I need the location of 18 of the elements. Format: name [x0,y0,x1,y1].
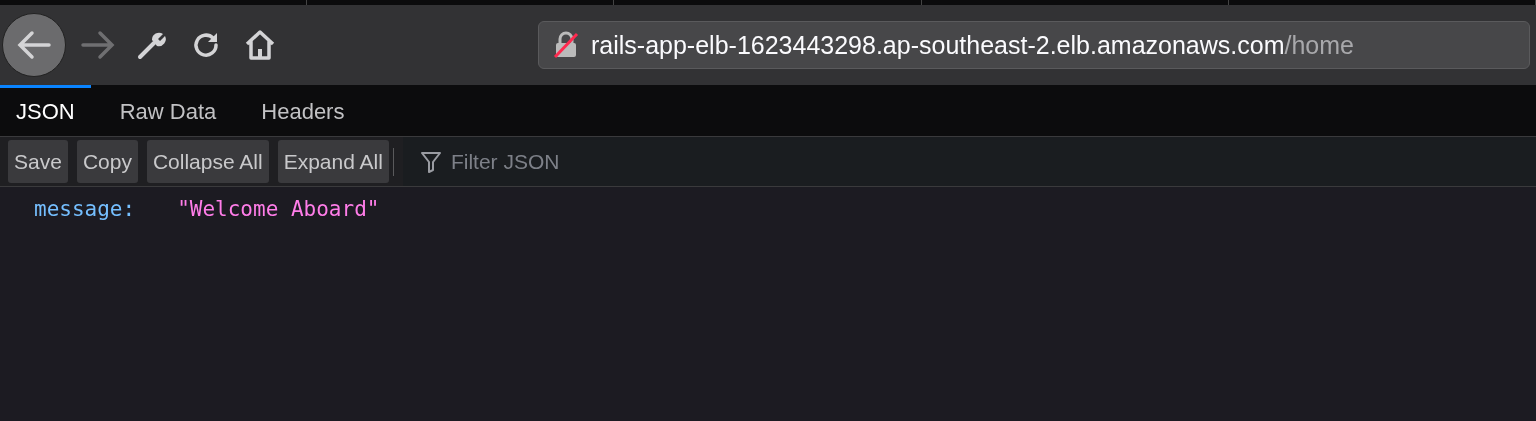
filter-icon [420,150,441,173]
json-key: message: [34,197,136,221]
url-path: /home [1284,30,1354,60]
back-arrow-icon [17,30,51,60]
toolbar-button[interactable]: Save [8,140,68,183]
url-host: rails-app-elb-1623443298.ap-southeast-2.elb.amazonaws.com [591,30,1285,60]
reload-icon [191,30,221,60]
home-icon [244,29,276,61]
toolbar-button[interactable]: Expand All [277,140,389,183]
address-bar[interactable]: rails-app-elb-1623443298.ap-southeast-2.elb.amazonaws.com/home [538,21,1530,69]
forward-arrow-icon [81,30,115,60]
viewer-tab[interactable]: Headers [245,85,361,136]
wrench-icon [137,30,167,60]
viewer-tab[interactable]: Raw Data [103,85,233,136]
filter-field[interactable]: Filter JSON [448,148,753,175]
json-value: "Welcome Aboard" [177,197,380,221]
toolbar-button[interactable]: Collapse All [146,140,269,183]
toolbar-button[interactable]: Copy [76,140,138,183]
